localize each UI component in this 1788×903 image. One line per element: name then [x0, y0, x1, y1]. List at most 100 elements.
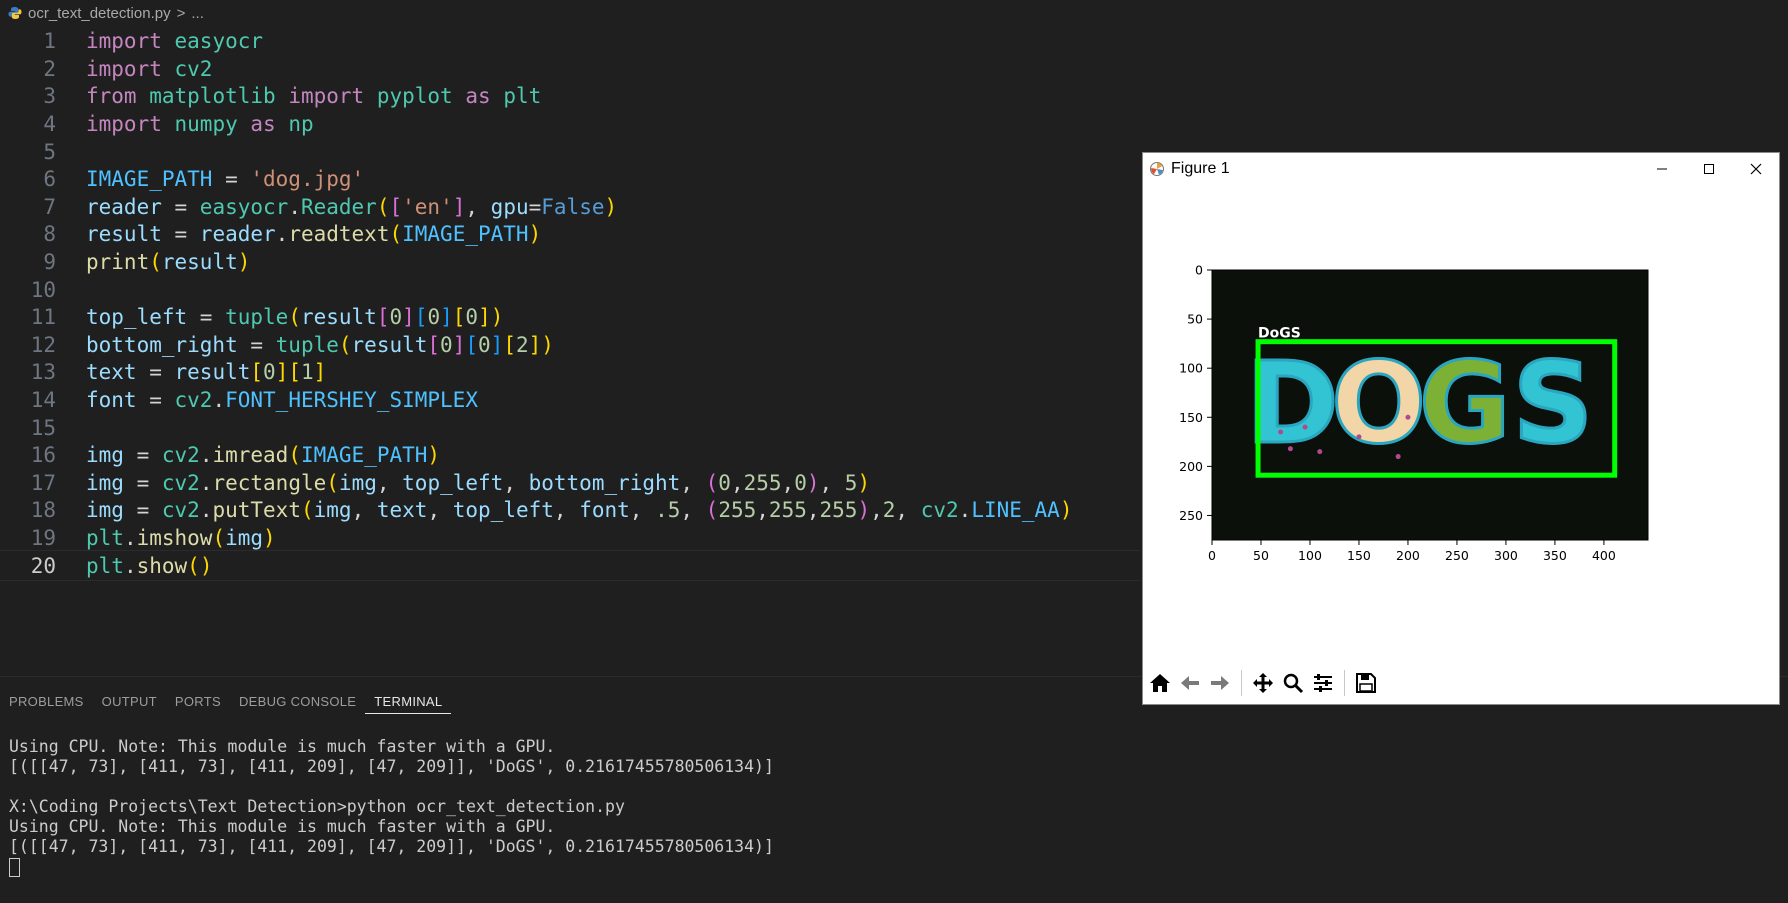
image-dot: [1356, 434, 1362, 440]
image-dot: [1287, 446, 1293, 452]
x-tick-label: 300: [1494, 548, 1518, 563]
terminal-cursor: [9, 858, 20, 877]
forward-button[interactable]: [1207, 670, 1233, 696]
image-dot: [1278, 429, 1284, 435]
y-tick-label: 250: [1179, 508, 1203, 523]
code-text: reader = easyocr.Reader(['en'], gpu=Fals…: [86, 194, 618, 219]
code-text: import easyocr: [86, 29, 264, 54]
code-text: text = result[0][1]: [86, 360, 327, 385]
breadcrumb-more[interactable]: ...: [191, 5, 204, 22]
line-number: 14: [30, 388, 56, 413]
code-editor[interactable]: 1 import easyocr 2 import cv2 3 from matplotl…: [0, 26, 1140, 676]
zoom-button[interactable]: [1280, 670, 1306, 696]
code-text: img = cv2.rectangle(img, top_left, botto…: [86, 470, 871, 495]
line-number: 17: [30, 470, 56, 495]
x-tick-label: 400: [1592, 548, 1616, 563]
panel-tabs: PROBLEMS OUTPUT PORTS DEBUG CONSOLE TERM…: [0, 691, 452, 714]
code-text: import cv2: [86, 56, 213, 81]
breadcrumb-separator: >: [176, 4, 186, 22]
terminal-line: [([[47, 73], [411, 73], [411, 209], [47,…: [9, 757, 774, 776]
code-text: result = reader.readtext(IMAGE_PATH): [86, 222, 542, 247]
tab-ports[interactable]: PORTS: [166, 691, 230, 713]
code-text: IMAGE_PATH = 'dog.jpg': [86, 167, 365, 192]
image-dot: [1302, 424, 1308, 430]
x-tick-label: 100: [1298, 548, 1322, 563]
x-tick-label: 350: [1543, 548, 1567, 563]
back-icon: [1181, 676, 1199, 690]
line-number: 8: [43, 222, 56, 247]
minimize-icon: [1656, 168, 1667, 169]
line-number: 10: [30, 277, 56, 302]
home-icon: [1150, 674, 1170, 692]
image-letter: G: [1419, 339, 1511, 469]
line-number: 7: [43, 194, 56, 219]
code-text: import numpy as np: [86, 112, 314, 137]
home-button[interactable]: [1147, 670, 1173, 696]
breadcrumb-file[interactable]: ocr_text_detection.py: [28, 5, 171, 22]
line-number: 18: [30, 498, 56, 523]
y-tick-label: 50: [1187, 312, 1203, 327]
y-tick-label: 0: [1195, 263, 1203, 278]
line-number: 12: [30, 332, 56, 357]
figure-titlebar[interactable]: Figure 1: [1143, 153, 1779, 184]
figure-toolbar: [1143, 662, 1779, 704]
y-tick-label: 200: [1179, 459, 1203, 474]
x-tick-label: 50: [1253, 548, 1269, 563]
line-number: 1: [43, 29, 56, 54]
x-tick-label: 200: [1396, 548, 1420, 563]
tab-debug-console[interactable]: DEBUG CONSOLE: [230, 691, 365, 713]
code-text: font = cv2.FONT_HERSHEY_SIMPLEX: [86, 388, 478, 413]
maximize-button[interactable]: [1685, 153, 1732, 184]
tab-output[interactable]: OUTPUT: [93, 691, 166, 713]
line-number: 9: [43, 250, 56, 275]
code-line[interactable]: 20 plt.show(): [0, 549, 1140, 582]
code-text: plt.show(): [86, 553, 213, 578]
terminal-line: Using CPU. Note: This module is much fas…: [9, 737, 556, 756]
figure-title: Figure 1: [1171, 159, 1230, 177]
line-number: 16: [30, 443, 56, 468]
tab-problems[interactable]: PROBLEMS: [0, 691, 93, 713]
terminal-line: Using CPU. Note: This module is much fas…: [9, 817, 556, 836]
minimize-button[interactable]: [1638, 153, 1685, 184]
close-button[interactable]: [1732, 153, 1779, 184]
forward-icon: [1211, 676, 1229, 690]
x-tick-label: 0: [1208, 548, 1216, 563]
image-dot: [1405, 414, 1411, 420]
terminal-line: [([[47, 73], [411, 73], [411, 209], [47,…: [9, 837, 774, 856]
line-number: 3: [43, 84, 56, 109]
line-number: 13: [30, 360, 56, 385]
close-icon: [1750, 163, 1761, 174]
line-number: 2: [43, 56, 56, 81]
code-text: img = cv2.putText(img, text, top_left, f…: [86, 498, 1073, 523]
tab-terminal[interactable]: TERMINAL: [365, 691, 452, 714]
save-button[interactable]: [1353, 670, 1379, 696]
configure-button[interactable]: [1310, 670, 1336, 696]
back-button[interactable]: [1177, 670, 1203, 696]
terminal[interactable]: Using CPU. Note: This module is much fas…: [9, 737, 774, 877]
matplotlib-icon: [1150, 161, 1164, 176]
plot-area[interactable]: DOG SDoGS0 50 100 150 200 250 300 350 40005010015…: [1143, 184, 1779, 662]
image-letter: S: [1513, 339, 1594, 469]
figure-window[interactable]: Figure 1 D O G S DoGS 0 50 100 150 200 250 300 350 40…: [1142, 152, 1780, 705]
x-tick-label: 250: [1445, 548, 1469, 563]
line-number: 6: [43, 167, 56, 192]
line-number: 20: [30, 553, 56, 578]
code-text: top_left = tuple(result[0][0][0]): [86, 305, 504, 330]
x-tick-label: 150: [1347, 548, 1371, 563]
pan-button[interactable]: [1250, 670, 1276, 696]
maximize-icon: [1703, 163, 1714, 174]
line-number: 19: [30, 526, 56, 551]
image-dot: [1317, 449, 1323, 455]
code-text: bottom_right = tuple(result[0][0][2]): [86, 332, 554, 357]
y-tick-label: 100: [1179, 361, 1203, 376]
breadcrumb: ocr_text_detection.py > ...: [0, 0, 1148, 26]
python-file-icon: [8, 7, 22, 19]
line-number: 11: [30, 305, 56, 330]
pan-icon: [1253, 673, 1273, 693]
configure-icon: [1314, 674, 1332, 692]
code-text: print(result): [86, 250, 251, 275]
image-dot: [1395, 454, 1401, 460]
ocr-label: DoGS: [1258, 326, 1301, 342]
code-text: from matplotlib import pyplot as plt: [86, 84, 542, 109]
image-letter: O: [1331, 339, 1426, 469]
